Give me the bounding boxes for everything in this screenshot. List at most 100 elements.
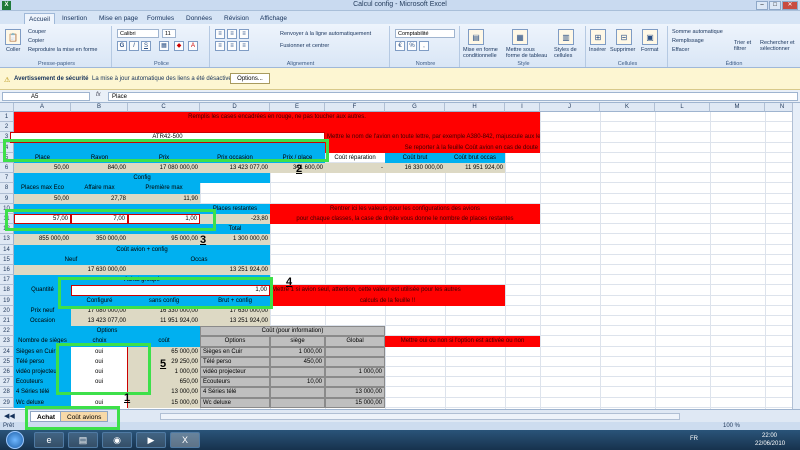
maximize-button[interactable]: □ — [769, 1, 781, 10]
insert-button[interactable]: Insérer — [589, 47, 606, 53]
thousands-icon[interactable]: , — [419, 41, 429, 51]
autosum-button[interactable]: Somme automatique — [672, 29, 723, 35]
cut-button[interactable]: Couper — [28, 29, 46, 35]
row-header[interactable]: 21 — [0, 316, 14, 327]
align-left-icon[interactable]: ≡ — [215, 41, 225, 51]
format-button[interactable]: Format — [641, 47, 658, 53]
borders-icon[interactable]: ▦ — [159, 41, 169, 51]
conditional-format-button[interactable]: Mise en forme conditionnelle — [463, 47, 503, 59]
clock-date[interactable]: 22/06/2010 — [755, 441, 785, 447]
format-table-button[interactable]: Mettre sous forme de tableau — [506, 47, 550, 59]
clear-button[interactable]: Effacer — [672, 47, 689, 53]
row-header[interactable]: 25 — [0, 356, 14, 367]
media-icon[interactable]: ▶ — [136, 432, 166, 448]
find-select-button[interactable]: Rechercher et sélectionner — [760, 40, 798, 52]
language-indicator[interactable]: FR — [690, 436, 698, 442]
cell-styles-icon[interactable]: ▥ — [558, 29, 574, 45]
wrap-text-button[interactable]: Renvoyer à la ligne automatiquement — [280, 31, 371, 37]
column-header[interactable]: F — [325, 103, 385, 112]
font-color-icon[interactable]: A — [188, 41, 198, 51]
formula-input[interactable]: Place — [108, 92, 798, 101]
column-header[interactable]: G — [385, 103, 445, 112]
horizontal-scrollbar[interactable] — [160, 413, 680, 420]
underline-icon[interactable]: S — [141, 41, 151, 51]
fx-icon[interactable]: fx — [96, 92, 101, 98]
select-all-corner[interactable] — [0, 103, 14, 112]
row-header[interactable]: 27 — [0, 377, 14, 388]
fill-button[interactable]: Remplissage — [672, 38, 704, 44]
column-header[interactable]: E — [270, 103, 325, 112]
row-header[interactable]: 29 — [0, 397, 14, 408]
row-header[interactable]: 2 — [0, 122, 14, 133]
column-header[interactable]: A — [14, 103, 71, 112]
row-header[interactable]: 22 — [0, 326, 14, 337]
tab-formules[interactable]: Formules — [143, 13, 178, 24]
tab-insertion[interactable]: Insertion — [58, 13, 91, 24]
font-name-select[interactable]: Calibri — [117, 29, 159, 38]
sort-filter-button[interactable]: Trier et filtrer — [734, 40, 758, 52]
column-header[interactable]: L — [655, 103, 710, 112]
row-header[interactable]: 19 — [0, 295, 14, 306]
column-header[interactable]: H — [445, 103, 505, 112]
firefox-icon[interactable]: ◉ — [102, 432, 132, 448]
row-header[interactable]: 14 — [0, 244, 14, 255]
copy-button[interactable]: Copier — [28, 38, 44, 44]
row-header[interactable]: 13 — [0, 234, 14, 245]
row-header[interactable]: 6 — [0, 163, 14, 174]
tab-accueil[interactable]: Accueil — [24, 13, 55, 24]
row-header[interactable]: 9 — [0, 193, 14, 204]
row-header[interactable]: 8 — [0, 183, 14, 194]
row-header[interactable]: 24 — [0, 346, 14, 357]
column-header[interactable]: C — [128, 103, 200, 112]
bold-icon[interactable]: G — [117, 41, 127, 51]
format-cells-icon[interactable]: ▣ — [642, 29, 658, 45]
align-bottom-icon[interactable]: ≡ — [239, 29, 249, 39]
align-top-icon[interactable]: ≡ — [215, 29, 225, 39]
align-center-icon[interactable]: ≡ — [227, 41, 237, 51]
vertical-scrollbar[interactable] — [792, 103, 800, 409]
paste-icon[interactable]: 📋 — [5, 29, 21, 45]
column-header[interactable]: M — [710, 103, 765, 112]
close-button[interactable]: ✕ — [782, 1, 798, 10]
explorer-icon[interactable]: ▤ — [68, 432, 98, 448]
merge-center-button[interactable]: Fusionner et centrer — [280, 43, 329, 49]
conditional-format-icon[interactable]: ▤ — [468, 29, 484, 45]
clock-time[interactable]: 22:00 — [762, 433, 777, 439]
zoom-level[interactable]: 100 % — [723, 422, 740, 430]
start-button[interactable] — [6, 431, 24, 449]
row-header[interactable]: 16 — [0, 265, 14, 276]
tab-donnees[interactable]: Données — [182, 13, 216, 24]
format-painter-button[interactable]: Reproduire la mise en forme — [28, 47, 97, 53]
row-header[interactable]: 18 — [0, 285, 14, 296]
first-sheet-icon[interactable]: ◀◀ — [4, 412, 15, 420]
column-header[interactable]: D — [200, 103, 270, 112]
row-header[interactable]: 28 — [0, 387, 14, 398]
column-header[interactable]: K — [600, 103, 655, 112]
row-header[interactable]: 15 — [0, 254, 14, 265]
tab-affichage[interactable]: Affichage — [256, 13, 291, 24]
row-header[interactable]: 1 — [0, 112, 14, 123]
row-header[interactable]: 17 — [0, 275, 14, 286]
row-header[interactable]: 26 — [0, 367, 14, 378]
number-format-select[interactable]: Comptabilité — [395, 29, 455, 38]
percent-icon[interactable]: % — [407, 41, 417, 51]
paste-button[interactable]: Coller — [6, 47, 20, 53]
fill-color-icon[interactable]: ◆ — [174, 41, 184, 51]
tab-mise-en-page[interactable]: Mise en page — [95, 13, 142, 24]
minimize-button[interactable]: – — [756, 1, 768, 10]
security-options-button[interactable]: Options... — [230, 73, 270, 84]
cell-styles-button[interactable]: Styles de cellules — [554, 47, 584, 59]
align-right-icon[interactable]: ≡ — [239, 41, 249, 51]
currency-icon[interactable]: € — [395, 41, 405, 51]
ie-icon[interactable]: e — [34, 432, 64, 448]
row-header[interactable]: 23 — [0, 336, 14, 347]
row-header[interactable]: 20 — [0, 305, 14, 316]
font-size-select[interactable]: 11 — [162, 29, 176, 38]
column-header[interactable]: I — [505, 103, 540, 112]
row-header[interactable]: 7 — [0, 173, 14, 184]
format-table-icon[interactable]: ▦ — [512, 29, 528, 45]
insert-cells-icon[interactable]: ⊞ — [590, 29, 606, 45]
column-header[interactable]: J — [540, 103, 600, 112]
name-box[interactable]: A5 — [2, 92, 90, 101]
column-header[interactable]: B — [71, 103, 128, 112]
